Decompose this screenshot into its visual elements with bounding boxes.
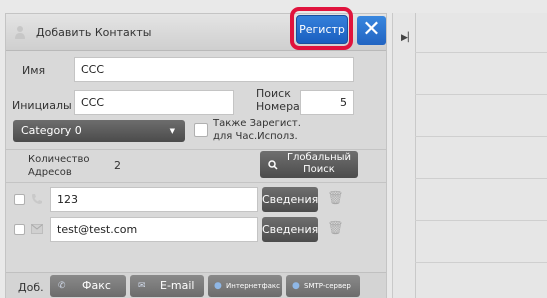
search-icon [268, 160, 278, 170]
search-number-field[interactable]: 5 [300, 90, 354, 115]
divider [6, 149, 386, 150]
email-button[interactable]: ✉ E-mail [130, 275, 204, 297]
phone-icon [32, 194, 42, 204]
global-search-button[interactable]: Глобальный Поиск [260, 151, 358, 178]
email-icon [31, 224, 43, 234]
email-icon: ✉ [138, 281, 146, 291]
search-number-label: Поиск Номера [256, 87, 300, 113]
category-dropdown[interactable]: Category 0 ▼ [13, 120, 185, 142]
address-value: test@test.com [57, 223, 138, 236]
internet-fax-label: Интернетфакс [226, 282, 280, 290]
register-button[interactable]: Регистр [296, 15, 348, 44]
name-label: Имя [22, 64, 46, 77]
smtp-server-button[interactable]: ● SMTP-сервер [286, 275, 360, 297]
details-button[interactable]: Сведения [262, 217, 318, 242]
phone-icon: ✆ [58, 281, 66, 291]
row-line [415, 220, 547, 221]
search-number-value: 5 [340, 96, 347, 109]
details-label: Сведения [262, 193, 319, 206]
row-line [415, 52, 547, 53]
smtp-server-label: SMTP-сервер [304, 282, 351, 290]
trash-icon[interactable]: 🗑 [327, 191, 344, 206]
fax-button[interactable]: ✆ Факс [50, 275, 126, 297]
address-count-value: 2 [114, 159, 121, 172]
row-line [415, 136, 547, 137]
divider [6, 182, 386, 183]
close-icon: ✕ [362, 17, 381, 42]
fax-label: Факс [82, 279, 111, 292]
address-row-checkbox[interactable] [14, 224, 25, 235]
dialog-title: Добавить Контакты [36, 26, 152, 39]
address-count-label: Количество Адресов [28, 154, 90, 178]
address-row-checkbox[interactable] [14, 194, 25, 205]
panel-divider [415, 13, 416, 298]
row-line [415, 94, 547, 95]
address-value-field[interactable]: test@test.com [50, 217, 258, 242]
email-label: E-mail [160, 279, 195, 292]
chevron-down-icon: ▼ [169, 127, 175, 135]
also-register-label: Также Зарегист. для Час.Исполз. [213, 118, 301, 142]
address-value: 123 [57, 193, 78, 206]
address-value-field[interactable]: 123 [50, 187, 258, 212]
contact-icon [15, 26, 25, 39]
globe-icon: ● [292, 281, 300, 291]
also-register-checkbox[interactable] [194, 123, 208, 137]
details-button[interactable]: Сведения [262, 187, 318, 212]
category-value: Category 0 [21, 124, 82, 137]
globe-icon: ● [214, 281, 222, 291]
row-line [415, 178, 547, 179]
initials-field[interactable]: CCC [74, 90, 234, 115]
row-line [415, 262, 547, 263]
name-value: CCC [81, 63, 105, 76]
add-label: Доб. [18, 281, 44, 294]
expand-arrow-icon[interactable]: ▶▏ [401, 33, 415, 43]
bottom-bar: Доб. ✆ Факс ✉ E-mail ● Интернетфакс ● SM… [6, 272, 386, 298]
global-search-label: Глобальный Поиск [286, 152, 352, 175]
side-panel: ▶▏ [392, 13, 547, 298]
add-contact-panel: Добавить Контакты Имя CCC Инициалы CCC П… [5, 13, 387, 298]
internet-fax-button[interactable]: ● Интернетфакс [208, 275, 282, 297]
name-field[interactable]: CCC [74, 57, 354, 82]
initials-value: CCC [81, 96, 105, 109]
trash-icon[interactable]: 🗑 [327, 221, 344, 236]
close-button[interactable]: ✕ [357, 16, 386, 45]
details-label: Сведения [262, 223, 319, 236]
initials-label: Инициалы [12, 99, 72, 112]
